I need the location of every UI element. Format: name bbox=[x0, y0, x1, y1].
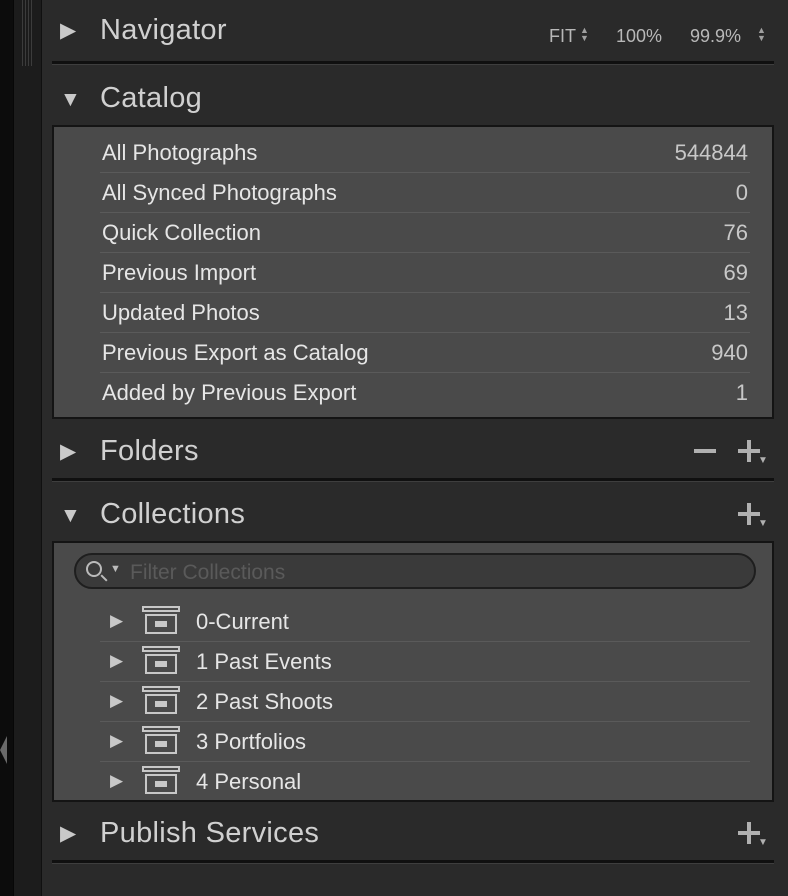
catalog-list: All Photographs 544844 All Synced Photog… bbox=[52, 125, 774, 419]
plus-icon[interactable]: ▼ bbox=[738, 437, 772, 467]
collection-set-label: 2 Past Shoots bbox=[196, 689, 333, 714]
zoom-100-option[interactable]: 100% bbox=[616, 26, 662, 47]
collection-set-box-icon bbox=[142, 766, 180, 796]
collections-title: Collections bbox=[100, 498, 246, 530]
collection-set-item[interactable]: ▶ 4 Personal bbox=[100, 761, 750, 801]
triangle-right-icon[interactable]: ▶ bbox=[60, 439, 76, 464]
zoom-fit-option[interactable]: FIT bbox=[549, 26, 576, 47]
triangle-right-icon[interactable]: ▶ bbox=[60, 18, 76, 43]
collections-header[interactable]: ▼ Collections ▼ bbox=[42, 490, 788, 542]
catalog-item[interactable]: All Photographs 544844 bbox=[100, 132, 750, 173]
triangle-right-icon[interactable]: ▶ bbox=[110, 691, 123, 711]
triangle-down-icon[interactable]: ▼ bbox=[60, 504, 81, 528]
collection-set-item[interactable]: ▶ 0-Current bbox=[100, 601, 750, 642]
collections-list: ▼ Filter Collections ▶ 0-Current ▶ 1 Pas… bbox=[52, 541, 774, 802]
catalog-item-label: All Photographs bbox=[102, 140, 258, 165]
catalog-item[interactable]: Added by Previous Export 1 bbox=[100, 372, 750, 412]
catalog-item-count: 69 bbox=[723, 260, 748, 285]
catalog-item[interactable]: Previous Import 69 bbox=[100, 252, 750, 293]
zoom-custom-option[interactable]: 99.9% bbox=[690, 26, 741, 47]
navigator-header[interactable]: ▶ Navigator FIT ▲ ▼ 100% 99.9% ▲ ▼ bbox=[42, 6, 788, 58]
triangle-right-icon[interactable]: ▶ bbox=[110, 651, 123, 671]
collection-set-box-icon bbox=[142, 726, 180, 756]
plus-icon[interactable]: ▼ bbox=[738, 500, 772, 530]
catalog-item-label: Added by Previous Export bbox=[102, 380, 357, 405]
catalog-item-count: 0 bbox=[735, 180, 748, 205]
catalog-item[interactable]: All Synced Photographs 0 bbox=[100, 172, 750, 213]
catalog-item-label: Updated Photos bbox=[102, 300, 260, 325]
collection-set-item[interactable]: ▶ 2 Past Shoots bbox=[100, 681, 750, 722]
filter-placeholder: Filter Collections bbox=[130, 561, 286, 584]
catalog-item-count: 76 bbox=[723, 220, 748, 245]
catalog-item-label: All Synced Photographs bbox=[102, 180, 337, 205]
triangle-right-icon[interactable]: ▶ bbox=[110, 771, 123, 791]
collection-set-box-icon bbox=[142, 686, 180, 716]
panel-resize-grip[interactable] bbox=[22, 0, 32, 66]
up-down-arrows-icon[interactable]: ▲ ▼ bbox=[580, 26, 589, 43]
catalog-item[interactable]: Previous Export as Catalog 940 bbox=[100, 332, 750, 373]
catalog-item[interactable]: Quick Collection 76 bbox=[100, 212, 750, 253]
catalog-item-count: 1 bbox=[735, 380, 748, 405]
catalog-item-count: 544844 bbox=[674, 140, 748, 165]
left-panel-rail bbox=[13, 0, 42, 896]
triangle-right-icon[interactable]: ▶ bbox=[110, 731, 123, 751]
collection-set-label: 4 Personal bbox=[196, 769, 302, 794]
hide-panel-arrow-icon[interactable] bbox=[0, 736, 7, 764]
filter-collections-input[interactable]: ▼ Filter Collections bbox=[74, 553, 756, 589]
collection-set-item[interactable]: ▶ 1 Past Events bbox=[100, 641, 750, 682]
catalog-header[interactable]: ▼ Catalog bbox=[42, 74, 788, 126]
collection-set-item[interactable]: ▶ 3 Portfolios bbox=[100, 721, 750, 762]
collection-set-box-icon bbox=[142, 606, 180, 636]
collection-set-label: 3 Portfolios bbox=[196, 729, 307, 754]
plus-icon[interactable]: ▼ bbox=[738, 819, 772, 849]
collection-set-label: 1 Past Events bbox=[196, 649, 332, 674]
catalog-item-count: 13 bbox=[723, 300, 748, 325]
catalog-item-label: Previous Import bbox=[102, 260, 257, 285]
left-panel: ▶ Navigator FIT ▲ ▼ 100% 99.9% ▲ ▼ ▼ Catal… bbox=[42, 0, 788, 896]
publish-services-header[interactable]: ▶ Publish Services ▼ bbox=[42, 807, 788, 859]
publish-services-title: Publish Services bbox=[100, 817, 320, 849]
section-divider bbox=[52, 860, 774, 864]
catalog-item-label: Quick Collection bbox=[102, 220, 261, 245]
triangle-right-icon[interactable]: ▶ bbox=[60, 821, 76, 846]
catalog-item[interactable]: Updated Photos 13 bbox=[100, 292, 750, 333]
folders-title: Folders bbox=[100, 435, 199, 467]
magnifier-icon[interactable] bbox=[86, 561, 102, 577]
triangle-right-icon[interactable]: ▶ bbox=[110, 611, 123, 631]
up-down-arrows-icon[interactable]: ▲ ▼ bbox=[757, 26, 766, 43]
collection-set-label: 0-Current bbox=[196, 609, 289, 634]
section-divider bbox=[52, 61, 774, 65]
catalog-item-count: 940 bbox=[711, 340, 748, 365]
chevron-down-icon[interactable]: ▼ bbox=[110, 563, 121, 575]
section-divider bbox=[52, 478, 774, 482]
folders-header[interactable]: ▶ Folders ▼ bbox=[42, 425, 788, 477]
navigator-title: Navigator bbox=[100, 14, 227, 46]
collection-set-box-icon bbox=[142, 646, 180, 676]
catalog-item-label: Previous Export as Catalog bbox=[102, 340, 369, 365]
catalog-title: Catalog bbox=[100, 82, 203, 114]
minus-icon[interactable] bbox=[694, 449, 716, 453]
triangle-down-icon[interactable]: ▼ bbox=[60, 88, 81, 112]
